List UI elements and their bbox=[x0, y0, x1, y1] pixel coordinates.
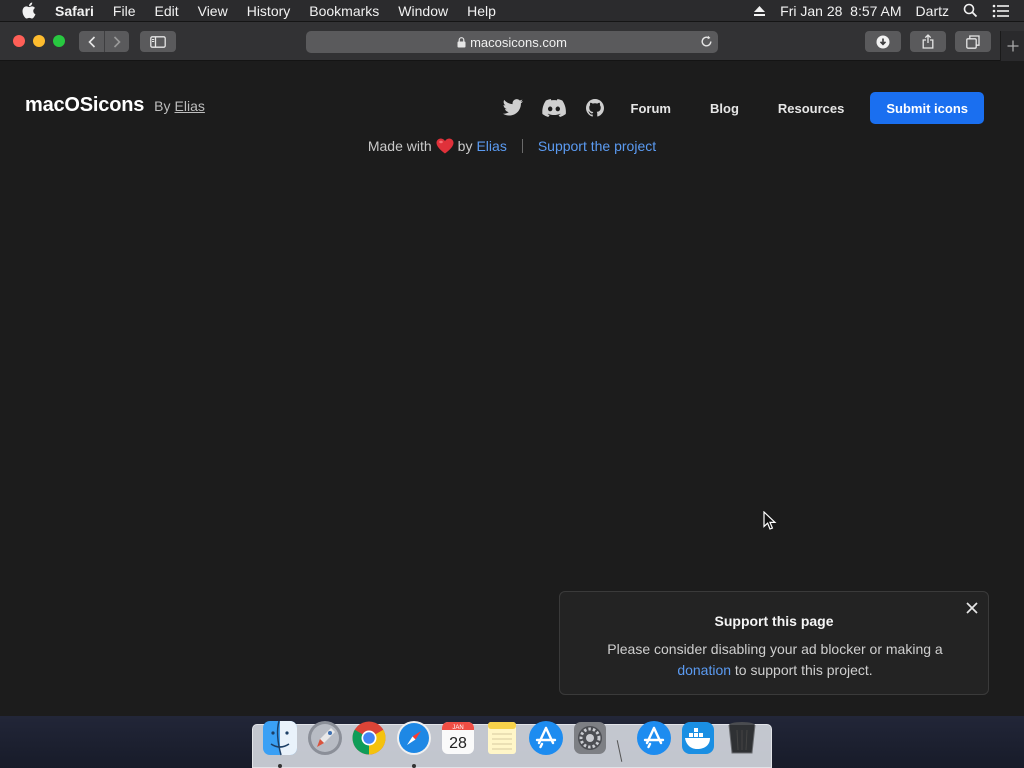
safari-icon[interactable] bbox=[396, 720, 432, 756]
docker-icon[interactable] bbox=[680, 720, 716, 756]
share-icon bbox=[922, 34, 934, 49]
brand-author-link[interactable]: Elias bbox=[175, 98, 205, 114]
submit-icons-button[interactable]: Submit icons bbox=[870, 92, 984, 124]
forward-button[interactable] bbox=[104, 31, 129, 52]
menu-file[interactable]: File bbox=[113, 3, 136, 19]
menubar: Safari File Edit View History Bookmarks … bbox=[0, 0, 1024, 22]
popup-title: Support this page bbox=[714, 613, 834, 629]
tabs-icon bbox=[966, 34, 980, 49]
download-icon bbox=[876, 35, 890, 48]
address-url: macosicons.com bbox=[470, 34, 567, 50]
twitter-icon[interactable] bbox=[501, 96, 525, 120]
support-popup: Support this page Please consider disabl… bbox=[559, 591, 989, 695]
menu-help[interactable]: Help bbox=[467, 3, 496, 19]
downloads-button[interactable] bbox=[865, 31, 901, 52]
apple-menu-icon[interactable] bbox=[19, 2, 37, 20]
notes-icon[interactable] bbox=[484, 720, 520, 756]
calendar-icon[interactable]: JAN 28 bbox=[440, 720, 476, 756]
back-button[interactable] bbox=[79, 31, 104, 52]
nav-resources-link[interactable]: Resources bbox=[778, 101, 844, 116]
new-tab-button[interactable] bbox=[1000, 31, 1024, 61]
nav-blog-link[interactable]: Blog bbox=[710, 101, 739, 116]
trash-icon[interactable] bbox=[724, 720, 760, 756]
github-icon[interactable] bbox=[583, 96, 607, 120]
brand-by-label: By bbox=[154, 98, 171, 114]
tagline-by: by bbox=[457, 138, 473, 154]
menu-view[interactable]: View bbox=[198, 3, 228, 19]
tab-overview-button[interactable] bbox=[955, 31, 991, 52]
safari-toolbar: macosicons.com bbox=[0, 22, 1024, 61]
address-bar[interactable]: macosicons.com bbox=[306, 31, 718, 53]
sidebar-toggle-button[interactable] bbox=[140, 31, 176, 52]
tagline-author-link[interactable]: Elias bbox=[476, 138, 506, 154]
tagline-divider bbox=[521, 139, 523, 153]
discord-icon[interactable] bbox=[541, 96, 566, 120]
window-close-button[interactable] bbox=[13, 35, 25, 47]
heart-icon bbox=[436, 138, 454, 154]
finder-icon[interactable] bbox=[262, 720, 298, 756]
app-store-icon[interactable] bbox=[528, 720, 564, 756]
control-center-list-icon[interactable] bbox=[992, 4, 1010, 18]
site-tagline: Made with by Elias Support the project bbox=[0, 138, 1024, 154]
plus-icon bbox=[1007, 40, 1018, 52]
eject-icon[interactable] bbox=[753, 5, 766, 17]
popup-body-text: Please consider disabling your ad blocke… bbox=[607, 641, 943, 657]
menubar-user[interactable]: Dartz bbox=[916, 3, 949, 19]
back-forward-group bbox=[79, 31, 129, 52]
site-brand: macOSicons By Elias bbox=[25, 94, 205, 117]
window-zoom-button[interactable] bbox=[53, 35, 65, 47]
menu-app-safari[interactable]: Safari bbox=[55, 3, 94, 19]
menu-window[interactable]: Window bbox=[398, 3, 448, 19]
chrome-icon[interactable] bbox=[351, 720, 387, 756]
chevron-right-icon bbox=[113, 35, 121, 48]
share-button[interactable] bbox=[910, 31, 946, 52]
site-nav: Forum Blog Resources Submit icons bbox=[501, 92, 984, 124]
spotlight-search-icon[interactable] bbox=[963, 3, 978, 18]
support-project-link[interactable]: Support the project bbox=[538, 138, 656, 154]
window-minimize-button[interactable] bbox=[33, 35, 45, 47]
chevron-left-icon bbox=[87, 35, 95, 48]
system-preferences-icon[interactable] bbox=[572, 720, 608, 756]
safari-running-indicator bbox=[412, 764, 416, 768]
calendar-month-label: JAN bbox=[452, 725, 463, 731]
sidebar-icon bbox=[150, 35, 166, 48]
popup-body-text-end: to support this project. bbox=[734, 662, 873, 678]
menubar-clock[interactable]: Fri Jan 28 8:57 AM bbox=[780, 3, 901, 19]
popup-body: Please consider disabling your ad blocke… bbox=[590, 639, 960, 681]
reload-icon[interactable] bbox=[700, 35, 713, 48]
site-logo[interactable]: macOSicons bbox=[25, 94, 144, 117]
donation-link[interactable]: donation bbox=[677, 662, 731, 678]
menu-edit[interactable]: Edit bbox=[154, 3, 178, 19]
finder-running-indicator bbox=[278, 764, 282, 768]
menu-bookmarks[interactable]: Bookmarks bbox=[309, 3, 379, 19]
tagline-made-with: Made with bbox=[367, 138, 432, 154]
launchpad-icon[interactable] bbox=[307, 720, 343, 756]
mouse-cursor-icon bbox=[763, 511, 777, 530]
lock-icon bbox=[457, 36, 466, 48]
calendar-day-label: 28 bbox=[449, 735, 467, 752]
app-store-alt-icon[interactable] bbox=[636, 720, 672, 756]
menu-history[interactable]: History bbox=[247, 3, 291, 19]
nav-forum-link[interactable]: Forum bbox=[631, 101, 671, 116]
